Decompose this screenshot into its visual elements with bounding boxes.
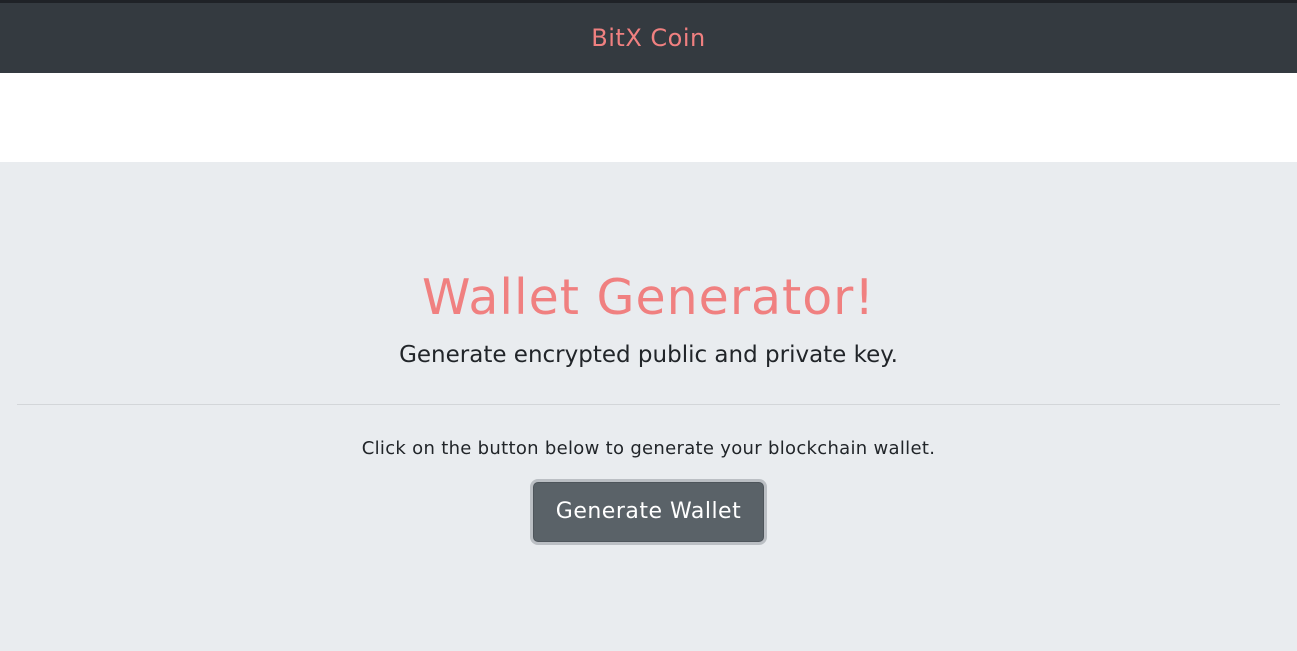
instruction-text: Click on the button below to generate yo… [361,438,936,459]
navbar: BitX Coin [0,3,1297,73]
wallet-generator-panel: Wallet Generator! Generate encrypted pub… [0,162,1297,651]
generate-wallet-button[interactable]: Generate Wallet [532,482,765,542]
page-title: Wallet Generator! [422,269,875,326]
lead-text: Generate encrypted public and private ke… [399,342,898,368]
navbar-brand[interactable]: BitX Coin [591,24,705,52]
divider [17,404,1280,405]
page-spacer [0,73,1297,162]
